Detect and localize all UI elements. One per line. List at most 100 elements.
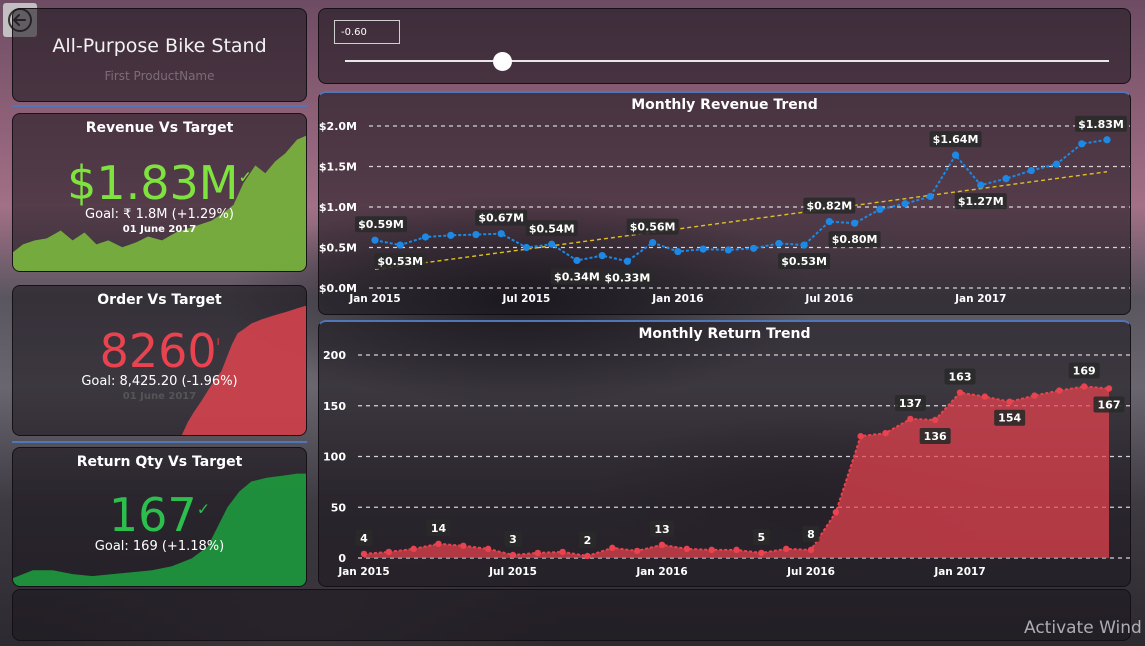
data-label-text: $0.54M <box>529 222 575 235</box>
data-point <box>633 547 641 555</box>
data-label-text: $0.67M <box>478 212 524 225</box>
data-point <box>876 205 884 214</box>
data-label: $1.27M <box>954 193 1007 210</box>
data-point <box>800 241 808 249</box>
data-label: $0.67M <box>475 209 528 226</box>
data-point <box>447 231 455 239</box>
data-label-text: 167 <box>1098 398 1121 411</box>
data-label-text: 137 <box>899 397 922 410</box>
return-kpi-card[interactable]: Return Qty Vs Target 167✓ Goal: 169 (+1.… <box>12 447 307 587</box>
data-label-text: 163 <box>949 371 972 384</box>
data-point <box>832 509 840 516</box>
data-label: $0.59M <box>355 216 407 233</box>
data-point <box>907 415 914 423</box>
monthly-revenue-trend-card: Monthly Revenue Trend $0.0M $0.5M $1.0M $1.… <box>318 91 1131 315</box>
x-tick-label: Jan 2017 <box>933 566 985 578</box>
y-tick-label: $1.0M <box>319 201 357 214</box>
data-label-text: 13 <box>654 523 669 536</box>
data-point <box>460 542 467 550</box>
data-point <box>807 546 815 554</box>
check-icon: ✓ <box>196 499 211 519</box>
data-label: $0.80M <box>828 231 881 248</box>
data-label: $0.53M <box>374 253 427 270</box>
return-kpi-title: Return Qty Vs Target <box>76 454 243 470</box>
monthly-return-trend-chart[interactable]: 0 50 100 150 200 Jan 2015 Jul 2015 Jan 2016 Jul … <box>319 322 1131 587</box>
section-divider <box>12 441 307 443</box>
data-point <box>584 552 591 560</box>
data-label: 5 <box>752 528 770 545</box>
activate-windows-watermark: Activate Wind <box>1024 618 1142 638</box>
y-tick-label: $1.5M <box>319 161 357 174</box>
y-tick-label: 150 <box>323 400 346 413</box>
x-tick-label: Jul 2015 <box>502 293 551 305</box>
product-name: All-Purpose Bike Stand <box>52 35 267 57</box>
data-point <box>1080 383 1088 390</box>
data-point <box>1006 398 1013 405</box>
data-point <box>758 549 765 557</box>
data-point <box>956 389 964 396</box>
data-label-text: 3 <box>509 533 517 546</box>
revenue-kpi-card[interactable]: Revenue Vs Target $1.83M✓ Goal: ₹ 1.8M (… <box>12 113 307 272</box>
data-label-text: 2 <box>584 534 592 547</box>
data-point <box>609 544 616 552</box>
x-tick-label: Jan 2016 <box>635 566 687 578</box>
data-label-text: $1.64M <box>933 133 979 146</box>
data-point <box>371 236 379 244</box>
check-icon: ✓ <box>238 167 252 187</box>
revenue-kpi-value: $1.83M✓ <box>67 156 252 210</box>
data-point <box>472 230 480 239</box>
data-label: 137 <box>894 394 926 411</box>
data-label: 14 <box>426 519 451 536</box>
slider-track[interactable] <box>345 60 1109 62</box>
data-label-text: $0.56M <box>630 221 676 234</box>
data-point <box>396 241 404 249</box>
data-point <box>708 546 715 554</box>
order-kpi-card[interactable]: Order Vs Target 8260ˡ Goal: 8,425.20 (-1… <box>12 285 307 436</box>
parameter-slider-card <box>318 8 1131 84</box>
data-label-text: 4 <box>360 532 368 545</box>
data-point <box>901 200 909 208</box>
order-kpi-goal: Goal: 8,425.20 (-1.96%) <box>81 374 238 389</box>
slider-handle[interactable] <box>492 52 512 71</box>
data-point <box>782 545 790 553</box>
data-label: 167 <box>1093 396 1125 413</box>
x-tick-label: Jul 2015 <box>488 566 537 578</box>
data-label-text: 14 <box>431 522 447 535</box>
data-point <box>623 257 632 265</box>
y-tick-label: 0 <box>338 552 346 565</box>
data-label: $0.33M <box>601 269 654 286</box>
return-kpi-goal: Goal: 169 (+1.18%) <box>94 539 225 554</box>
data-point <box>1078 140 1086 148</box>
data-point <box>410 545 417 553</box>
data-label: $1.64M <box>929 131 982 148</box>
data-point <box>1002 175 1010 183</box>
data-label: $0.53M <box>778 253 831 270</box>
data-point <box>674 247 682 256</box>
order-kpi-title: Order Vs Target <box>97 292 222 308</box>
x-tick-label: Jan 2017 <box>954 293 1006 305</box>
slider-value-input[interactable] <box>334 20 400 44</box>
data-point <box>699 245 707 253</box>
y-tick-label: 100 <box>323 451 346 464</box>
data-point <box>825 217 833 226</box>
x-tick-label: Jan 2016 <box>651 293 703 305</box>
data-point <box>1027 166 1035 175</box>
product-name-label: First ProductName <box>104 69 215 83</box>
y-tick-label: $0.5M <box>319 242 357 255</box>
data-point <box>649 239 657 247</box>
data-point <box>1103 136 1111 144</box>
monthly-revenue-trend-chart[interactable]: $0.0M$0.5M$1.0M$1.5M$2.0MJan 2015 Jul 201… <box>319 93 1131 315</box>
data-point <box>951 151 960 159</box>
data-label-text: $0.34M <box>554 270 600 283</box>
data-label-text: $0.53M <box>377 255 423 268</box>
data-point <box>683 545 691 553</box>
down-indicator-icon: ˡ <box>216 335 220 355</box>
data-point <box>931 416 939 424</box>
data-label: 13 <box>650 520 674 537</box>
data-point <box>497 230 505 238</box>
data-point <box>548 240 556 248</box>
monthly-return-trend-card: Monthly Return Trend 0 50 100 150 200 Jan 201… <box>318 320 1131 587</box>
x-tick-label: Jan 2015 <box>348 293 400 305</box>
return-kpi-value: 167✓ <box>108 488 211 542</box>
data-point <box>435 540 442 547</box>
